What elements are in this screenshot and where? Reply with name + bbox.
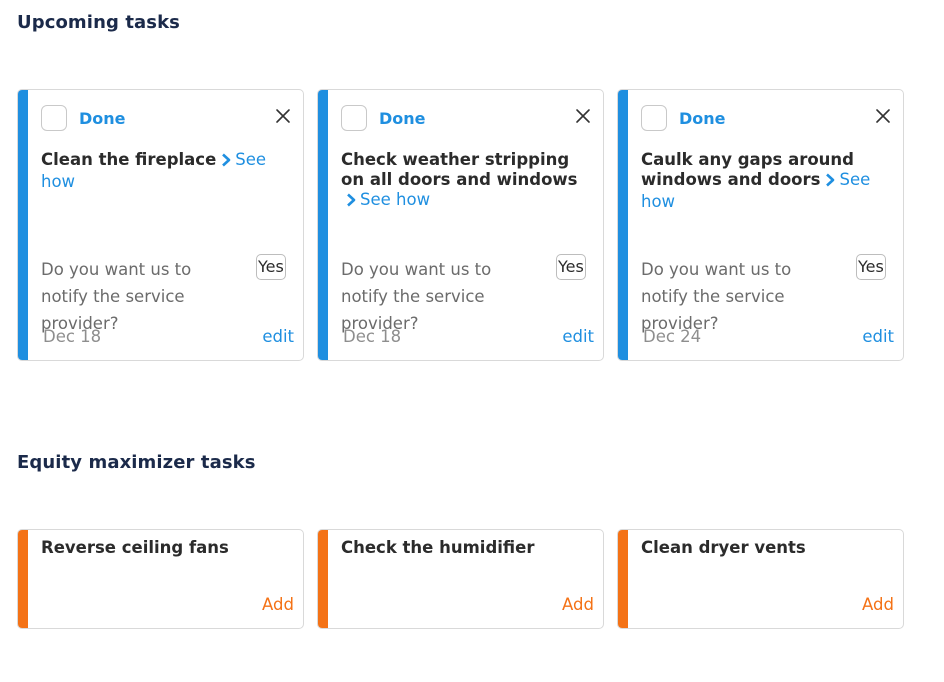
- equity-task-card: Reverse ceiling fans Add: [17, 529, 304, 629]
- chevron-right-icon: [345, 192, 357, 212]
- equity-task-title: Clean dryer vents: [641, 538, 806, 557]
- edit-link[interactable]: edit: [862, 327, 894, 346]
- notify-yes-button[interactable]: Yes: [256, 254, 286, 280]
- notify-question: Do you want us to notify the service pro…: [641, 260, 792, 333]
- equity-task-title: Reverse ceiling fans: [41, 538, 229, 557]
- upcoming-tasks-heading: Upcoming tasks: [17, 12, 180, 33]
- edit-link[interactable]: edit: [562, 327, 594, 346]
- card-accent-stripe: [318, 530, 328, 628]
- add-task-link[interactable]: Add: [862, 595, 894, 614]
- chevron-right-icon: [824, 172, 836, 192]
- close-icon[interactable]: [575, 108, 591, 124]
- edit-link[interactable]: edit: [262, 327, 294, 346]
- add-task-link[interactable]: Add: [262, 595, 294, 614]
- done-label: Done: [79, 109, 126, 128]
- task-title-text: Clean the fireplace: [41, 150, 217, 169]
- card-accent-stripe: [618, 90, 628, 360]
- done-label: Done: [379, 109, 426, 128]
- equity-task-card: Check the humidifier Add: [317, 529, 604, 629]
- task-title: Clean the fireplace See how: [41, 150, 285, 192]
- done-label: Done: [679, 109, 726, 128]
- equity-maximizer-heading: Equity maximizer tasks: [17, 452, 256, 473]
- done-checkbox[interactable]: [41, 105, 67, 131]
- card-accent-stripe: [618, 530, 628, 628]
- close-icon[interactable]: [875, 108, 891, 124]
- equity-task-title: Check the humidifier: [341, 538, 535, 557]
- upcoming-task-card: Done Clean the fireplace See how Do you w…: [17, 89, 304, 361]
- notify-yes-button[interactable]: Yes: [556, 254, 586, 280]
- notify-yes-button[interactable]: Yes: [856, 254, 886, 280]
- done-checkbox[interactable]: [641, 105, 667, 131]
- task-title: Caulk any gaps around windows and doors S…: [641, 150, 885, 212]
- see-how-label: See how: [360, 190, 431, 209]
- close-icon[interactable]: [275, 108, 291, 124]
- due-date: Dec 18: [43, 327, 102, 346]
- card-accent-stripe: [318, 90, 328, 360]
- due-date: Dec 18: [343, 327, 402, 346]
- upcoming-task-card: Done Caulk any gaps around windows and d…: [617, 89, 904, 361]
- card-accent-stripe: [18, 90, 28, 360]
- add-task-link[interactable]: Add: [562, 595, 594, 614]
- notify-question: Do you want us to notify the service pro…: [41, 260, 192, 333]
- due-date: Dec 24: [643, 327, 702, 346]
- task-title: Check weather stripping on all doors and…: [341, 150, 585, 212]
- see-how-link[interactable]: See how: [341, 190, 430, 209]
- done-checkbox[interactable]: [341, 105, 367, 131]
- task-title-text: Check weather stripping on all doors and…: [341, 150, 578, 189]
- equity-task-card: Clean dryer vents Add: [617, 529, 904, 629]
- chevron-right-icon: [220, 152, 232, 172]
- upcoming-task-card: Done Check weather stripping on all door…: [317, 89, 604, 361]
- card-accent-stripe: [18, 530, 28, 628]
- notify-question: Do you want us to notify the service pro…: [341, 260, 492, 333]
